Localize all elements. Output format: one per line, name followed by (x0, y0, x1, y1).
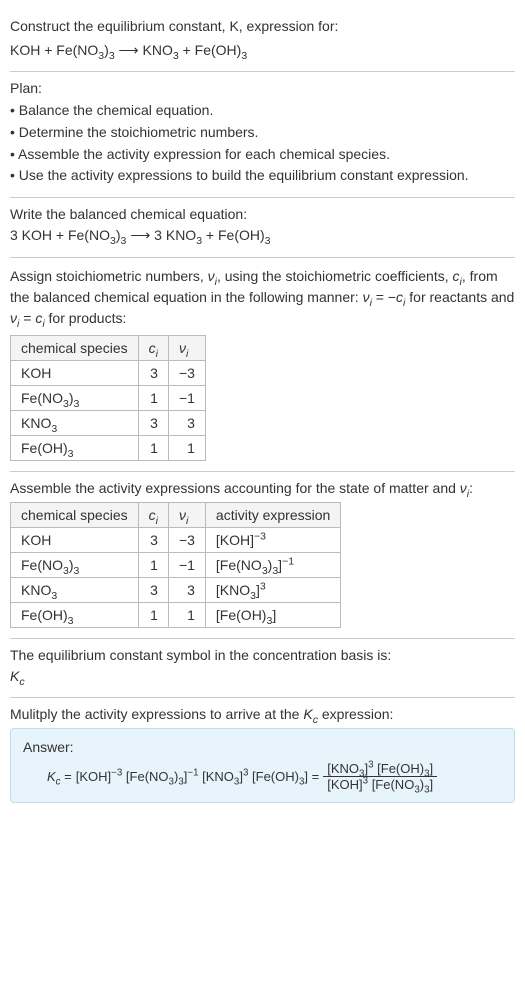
cell-ci: 1 (138, 602, 168, 627)
cell-ci: 1 (138, 385, 168, 410)
balanced-intro: Write the balanced chemical equation: (10, 206, 515, 222)
cell-species: KNO3 (11, 577, 139, 602)
col-expr: activity expression (205, 502, 340, 527)
cell-vi: 1 (168, 602, 205, 627)
page: Construct the equilibrium constant, K, e… (0, 0, 525, 825)
balanced-equation: 3 KOH + Fe(NO3)3 ⟶ 3 KNO3 + Fe(OH)3 (10, 224, 515, 246)
kc-expression: Kc = [KOH]−3 [Fe(NO3)3]−1 [KNO3]3 [Fe(OH… (23, 761, 502, 792)
table-row: Fe(OH)3 1 1 (11, 435, 206, 460)
activity-section: Assemble the activity expressions accoun… (10, 472, 515, 639)
cell-expr: [KNO3]3 (205, 577, 340, 602)
prompt-text: Construct the equilibrium constant, K, e… (10, 16, 515, 37)
cell-species: Fe(NO3)3 (11, 552, 139, 577)
cell-vi: −3 (168, 360, 205, 385)
plan-title: Plan: (10, 80, 515, 96)
activity-intro: Assemble the activity expressions accoun… (10, 480, 515, 496)
cell-species: Fe(OH)3 (11, 435, 139, 460)
cell-vi: 1 (168, 435, 205, 460)
assign-section: Assign stoichiometric numbers, νi, using… (10, 258, 515, 472)
prompt-section: Construct the equilibrium constant, K, e… (10, 8, 515, 72)
kc-symbol-section: The equilibrium constant symbol in the c… (10, 639, 515, 698)
col-ci: ci (138, 502, 168, 527)
col-species: chemical species (11, 335, 139, 360)
cell-vi: 3 (168, 577, 205, 602)
cell-species: KOH (11, 360, 139, 385)
kc-flat: [KOH]−3 [Fe(NO3)3]−1 [KNO3]3 [Fe(OH)3] = (76, 769, 319, 784)
kc-symbol-intro: The equilibrium constant symbol in the c… (10, 647, 515, 663)
plan-item: • Determine the stoichiometric numbers. (10, 122, 515, 144)
cell-vi: 3 (168, 410, 205, 435)
stoich-table: chemical species ci νi KOH 3 −3 Fe(NO3)3… (10, 335, 206, 461)
cell-ci: 1 (138, 435, 168, 460)
cell-vi: −1 (168, 385, 205, 410)
kc-symbol: Kc (10, 665, 515, 687)
answer-box: Answer: Kc = [KOH]−3 [Fe(NO3)3]−1 [KNO3]… (10, 728, 515, 803)
kc-lhs: Kc = (47, 769, 72, 784)
col-species: chemical species (11, 502, 139, 527)
cell-expr: [Fe(NO3)3]−1 (205, 552, 340, 577)
cell-ci: 3 (138, 527, 168, 552)
cell-ci: 3 (138, 360, 168, 385)
table-row: Fe(OH)3 1 1 [Fe(OH)3] (11, 602, 341, 627)
cell-ci: 1 (138, 552, 168, 577)
plan-item: • Use the activity expressions to build … (10, 165, 515, 187)
table-header-row: chemical species ci νi activity expressi… (11, 502, 341, 527)
cell-vi: −1 (168, 552, 205, 577)
table-row: Fe(NO3)3 1 −1 [Fe(NO3)3]−1 (11, 552, 341, 577)
table-row: Fe(NO3)3 1 −1 (11, 385, 206, 410)
kc-fraction: [KNO3]3 [Fe(OH)3] [KOH]3 [Fe(NO3)3] (323, 761, 437, 792)
cell-ci: 3 (138, 410, 168, 435)
col-vi: νi (168, 502, 205, 527)
multiply-section: Mulitply the activity expressions to arr… (10, 698, 515, 813)
cell-expr: [KOH]−3 (205, 527, 340, 552)
table-row: KNO3 3 3 (11, 410, 206, 435)
table-row: KNO3 3 3 [KNO3]3 (11, 577, 341, 602)
assign-intro: Assign stoichiometric numbers, νi, using… (10, 266, 515, 329)
table-row: KOH 3 −3 [KOH]−3 (11, 527, 341, 552)
col-ci: ci (138, 335, 168, 360)
col-vi: νi (168, 335, 205, 360)
kc-frac-den: [KOH]3 [Fe(NO3)3] (323, 777, 437, 792)
plan-item: • Assemble the activity expression for e… (10, 144, 515, 166)
table-row: KOH 3 −3 (11, 360, 206, 385)
balanced-section: Write the balanced chemical equation: 3 … (10, 198, 515, 257)
multiply-intro: Mulitply the activity expressions to arr… (10, 706, 515, 722)
plan-section: Plan: • Balance the chemical equation. •… (10, 72, 515, 198)
kc-frac-num: [KNO3]3 [Fe(OH)3] (323, 761, 437, 777)
activity-table: chemical species ci νi activity expressi… (10, 502, 341, 628)
cell-species: Fe(NO3)3 (11, 385, 139, 410)
cell-expr: [Fe(OH)3] (205, 602, 340, 627)
cell-species: Fe(OH)3 (11, 602, 139, 627)
answer-label: Answer: (23, 739, 502, 755)
cell-species: KOH (11, 527, 139, 552)
cell-vi: −3 (168, 527, 205, 552)
unbalanced-equation: KOH + Fe(NO3)3 ⟶ KNO3 + Fe(OH)3 (10, 39, 515, 61)
cell-ci: 3 (138, 577, 168, 602)
plan-list: • Balance the chemical equation. • Deter… (10, 100, 515, 187)
plan-item: • Balance the chemical equation. (10, 100, 515, 122)
table-header-row: chemical species ci νi (11, 335, 206, 360)
cell-species: KNO3 (11, 410, 139, 435)
